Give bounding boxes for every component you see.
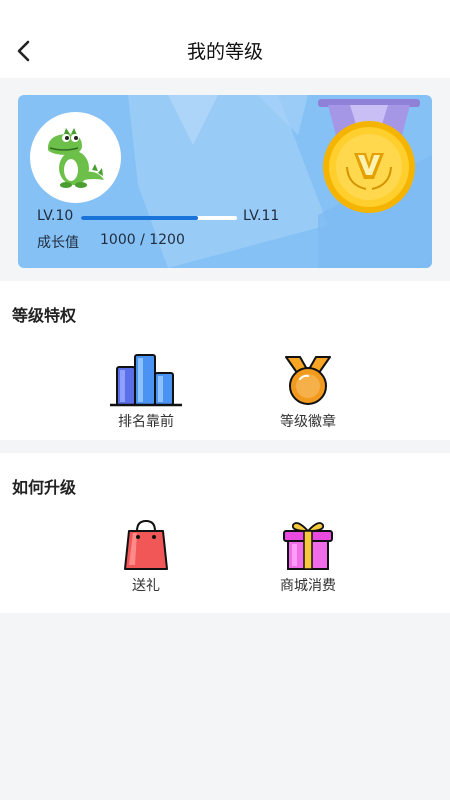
ranking-bars-icon [110,354,182,407]
privilege-label-badge: 等级徽章 [280,414,336,430]
upgrade-label-mall: 商城消费 [280,578,336,594]
upgrade-item-mall[interactable]: 商城消费 [253,519,363,595]
shopping-bag-icon [124,519,168,570]
growth-value: 1000 / 1200 [100,232,185,248]
level-progress-bar [81,216,237,220]
privileges-section: 等级特权 排名靠前 等级徽章 [0,281,450,440]
page-title: 我的等级 [186,41,263,63]
level-card: LV.10 LV.11 成长值 1000 / 1200 [18,95,432,268]
gift-box-icon [283,522,333,570]
gold-v-medal-icon [318,99,420,213]
upgrade-section: 如何升级 送礼 商城消费 [0,453,450,613]
privilege-item-ranking[interactable]: 排名靠前 [91,353,201,431]
privileges-title: 等级特权 [12,306,77,325]
privilege-item-badge[interactable]: 等级徽章 [253,355,363,431]
medal-badge-icon [285,356,331,405]
level-progress-fill [81,216,198,220]
growth-label: 成长值 [37,235,79,251]
current-level-label: LV.10 [37,208,74,224]
privilege-label-ranking: 排名靠前 [118,414,174,430]
next-level-label: LV.11 [243,208,280,224]
upgrade-label-gift: 送礼 [132,578,160,594]
upgrade-item-gift[interactable]: 送礼 [91,519,201,595]
top-navbar: 我的等级 [0,0,450,78]
upgrade-title: 如何升级 [12,478,77,497]
avatar[interactable] [30,112,121,203]
dinosaur-avatar-icon [48,128,104,188]
